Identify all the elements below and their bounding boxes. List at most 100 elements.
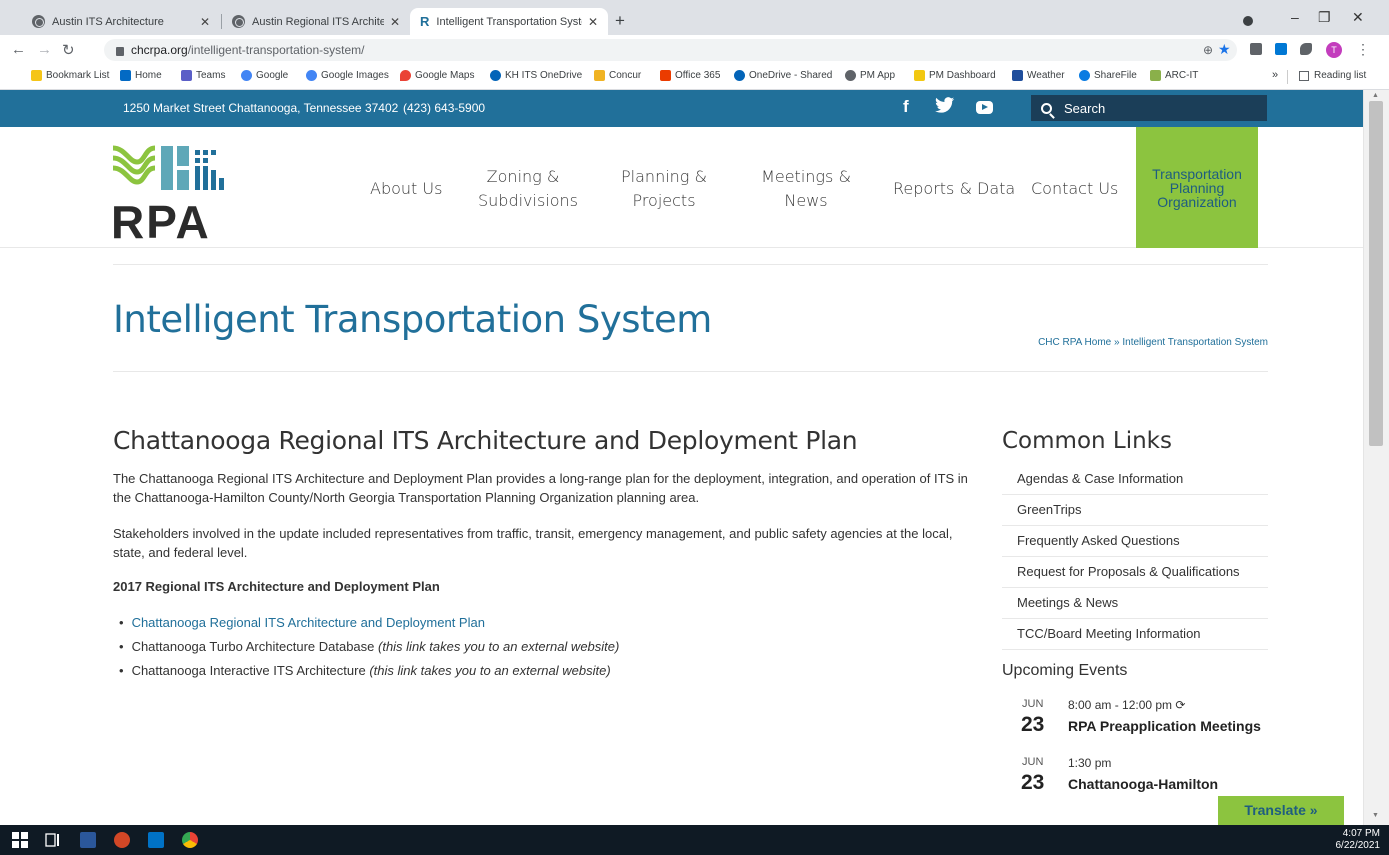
windows-start-icon[interactable]: [12, 832, 28, 848]
tab-austin-its[interactable]: Austin ITS Architecture ✕: [22, 8, 220, 35]
bookmark-item[interactable]: Google Maps: [400, 70, 474, 81]
sidebar-link-meetings[interactable]: Meetings & News: [1002, 588, 1268, 619]
close-icon[interactable]: ✕: [588, 15, 598, 29]
bookmark-label: KH ITS OneDrive: [505, 70, 583, 81]
bookmark-item[interactable]: ShareFile: [1079, 70, 1137, 81]
browser-tab-strip: Austin ITS Architecture ✕ Austin Regiona…: [0, 0, 1389, 35]
common-links-heading: Common Links: [1002, 428, 1172, 454]
sharepoint-icon: [120, 70, 131, 81]
bookmark-star-icon[interactable]: ★: [1218, 41, 1231, 58]
bookmark-item[interactable]: OneDrive - Shared: [734, 70, 832, 81]
system-clock[interactable]: 4:07 PM 6/22/2021: [1336, 828, 1381, 852]
facebook-icon[interactable]: f: [903, 97, 909, 117]
teams-icon: [181, 70, 192, 81]
turbo-database-link[interactable]: Chattanooga Turbo Architecture Database: [132, 639, 378, 654]
twitter-bird-icon: [935, 97, 955, 113]
clock-time: 4:07 PM: [1342, 828, 1380, 839]
bookmark-item[interactable]: Weather: [1012, 70, 1065, 81]
weather-icon: [1012, 70, 1023, 81]
powerpoint-icon[interactable]: [114, 832, 130, 848]
site-search[interactable]: Search: [1031, 95, 1267, 121]
bookmark-item[interactable]: Google: [241, 70, 288, 81]
bookmark-label: Bookmark List: [46, 70, 110, 81]
kebab-menu-icon[interactable]: ⋮: [1356, 41, 1370, 58]
bookmark-item[interactable]: KH ITS OneDrive: [490, 70, 582, 81]
bookmark-item[interactable]: Bookmark List: [31, 70, 109, 81]
plan-link-list: Chattanooga Regional ITS Architecture an…: [113, 611, 973, 683]
site-topbar: 1250 Market Street Chattanooga, Tennesse…: [0, 90, 1363, 127]
interactive-architecture-link[interactable]: Chattanooga Interactive ITS Architecture: [132, 663, 370, 678]
sidebar-link-agendas[interactable]: Agendas & Case Information: [1002, 464, 1268, 495]
sidebar-link-tcc-board[interactable]: TCC/Board Meeting Information: [1002, 619, 1268, 650]
bookmark-label: Google Maps: [415, 70, 475, 81]
puzzle-extensions-icon[interactable]: [1300, 43, 1312, 55]
tab-title: Austin Regional ITS Architecture: [252, 15, 384, 28]
event-title[interactable]: Chattanooga-Hamilton: [1068, 776, 1218, 792]
nav-zoning-subdivisions[interactable]: Zoning & Subdivisions: [478, 165, 578, 213]
site-header: RPA About Us Zoning & Subdivisions Plann…: [0, 127, 1363, 248]
youtube-icon[interactable]: [976, 101, 993, 114]
chrome-icon[interactable]: [182, 832, 198, 848]
bookmark-label: PM Dashboard: [929, 70, 996, 81]
bookmark-item[interactable]: Teams: [181, 70, 225, 81]
minimize-icon[interactable]: –: [1291, 9, 1299, 25]
bookmark-item[interactable]: ARC-IT: [1150, 70, 1198, 81]
rpa-logo[interactable]: RPA: [111, 144, 263, 240]
close-icon[interactable]: ✕: [200, 15, 210, 29]
site-phone[interactable]: (423) 643-5900: [403, 101, 485, 115]
extension-icon[interactable]: [1250, 43, 1262, 55]
nav-about-us[interactable]: About Us: [370, 177, 442, 201]
nav-tpo[interactable]: Transportation Planning Organization: [1136, 127, 1258, 248]
outlook-icon[interactable]: [148, 832, 164, 848]
twitter-icon[interactable]: [935, 97, 955, 119]
bookmark-item[interactable]: Concur: [594, 70, 641, 81]
nav-label: About Us: [370, 179, 443, 198]
globe-icon: [232, 15, 245, 28]
profile-indicator-icon[interactable]: [1243, 16, 1253, 26]
bookmark-item[interactable]: PM App: [845, 70, 895, 81]
sidebar-link-rfp[interactable]: Request for Proposals & Qualifications: [1002, 557, 1268, 588]
nav-meetings-news[interactable]: Meetings & News: [760, 165, 852, 213]
page-viewport: 1250 Market Street Chattanooga, Tennesse…: [0, 90, 1363, 825]
nav-reports-data[interactable]: Reports & Data: [893, 177, 1015, 201]
profile-avatar[interactable]: T: [1326, 42, 1342, 58]
sidebar-link-faq[interactable]: Frequently Asked Questions: [1002, 526, 1268, 557]
bookmark-item[interactable]: Google Images: [306, 70, 389, 81]
scrollbar-thumb[interactable]: [1369, 101, 1383, 446]
event-title[interactable]: RPA Preapplication Meetings: [1068, 718, 1261, 734]
bookmarks-overflow-icon[interactable]: »: [1272, 69, 1278, 81]
list-item: Chattanooga Interactive ITS Architecture…: [119, 659, 973, 683]
nav-contact-us[interactable]: Contact Us: [1031, 177, 1118, 201]
bookmark-item[interactable]: Home: [120, 70, 162, 81]
breadcrumb: CHC RPA Home » Intelligent Transportatio…: [1038, 337, 1268, 348]
tab-intelligent-transportation-system[interactable]: R Intelligent Transportation System ✕: [410, 8, 608, 35]
translate-button[interactable]: Translate »: [1218, 796, 1344, 825]
nav-label: Zoning &: [486, 167, 560, 186]
task-view-icon[interactable]: [45, 832, 61, 848]
back-arrow-icon[interactable]: ←: [11, 41, 26, 58]
plan-document-link[interactable]: Chattanooga Regional ITS Architecture an…: [132, 615, 485, 630]
page-scrollbar[interactable]: ▲ ▼: [1363, 90, 1389, 825]
reload-icon[interactable]: ↻: [62, 41, 75, 59]
forward-arrow-icon[interactable]: →: [37, 41, 52, 58]
nav-planning-projects[interactable]: Planning & Projects: [619, 165, 709, 213]
tab-austin-regional-its[interactable]: Austin Regional ITS Architecture ✕: [222, 8, 410, 35]
address-bar[interactable]: chcrpa.org/intelligent-transportation-sy…: [104, 39, 1237, 61]
scroll-down-arrow-icon[interactable]: ▼: [1372, 812, 1379, 819]
reading-list-button[interactable]: Reading list: [1299, 70, 1366, 81]
close-icon[interactable]: ✕: [390, 15, 400, 29]
windows-taskbar: 4:07 PM 6/22/2021: [0, 825, 1389, 855]
microsoft-extension-icon[interactable]: [1275, 43, 1287, 55]
bookmark-item[interactable]: PM Dashboard: [914, 70, 996, 81]
bookmark-label: PM App: [860, 70, 896, 81]
bookmark-item[interactable]: Office 365: [660, 70, 720, 81]
new-tab-plus-icon[interactable]: +: [615, 11, 625, 31]
word-icon[interactable]: [80, 832, 96, 848]
close-window-icon[interactable]: ✕: [1352, 9, 1364, 26]
scroll-up-arrow-icon[interactable]: ▲: [1372, 92, 1379, 99]
zoom-icon[interactable]: ⊕: [1203, 43, 1213, 57]
sidebar-link-greentrips[interactable]: GreenTrips: [1002, 495, 1268, 526]
restore-icon[interactable]: ❐: [1318, 9, 1331, 26]
breadcrumb-home-link[interactable]: CHC RPA Home: [1038, 337, 1111, 348]
event-item[interactable]: JUN 23 8:00 am - 12:00 pm ⟳ RPA Preappli…: [1002, 698, 1268, 756]
